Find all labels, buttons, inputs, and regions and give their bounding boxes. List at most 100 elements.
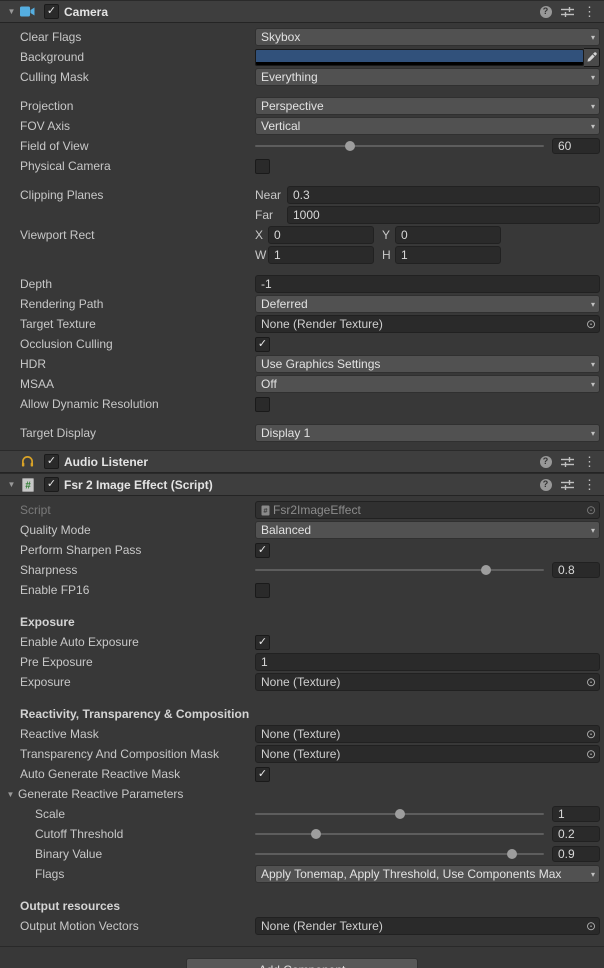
viewport-rect-label: Viewport Rect xyxy=(0,228,255,242)
reactivity-section-title: Reactivity, Transparency & Composition xyxy=(0,707,249,721)
add-component-button[interactable]: Add Component xyxy=(186,958,418,968)
presets-button[interactable] xyxy=(559,477,576,493)
near-input[interactable]: 0.3 xyxy=(287,186,600,204)
viewport-w-input[interactable]: 1 xyxy=(268,246,374,264)
more-options-button[interactable]: ⋮ xyxy=(581,454,598,470)
audio-listener-component-header[interactable]: ✓ Audio Listener ? ⋮ xyxy=(0,450,604,473)
presets-icon xyxy=(561,479,574,491)
slider-handle[interactable] xyxy=(481,565,491,575)
rendering-path-dropdown[interactable]: Deferred▾ xyxy=(255,295,600,313)
foldout-arrow-icon[interactable]: ▼ xyxy=(4,7,19,16)
clear-flags-dropdown[interactable]: Skybox▾ xyxy=(255,28,600,46)
perform-sharpen-pass-checkbox[interactable]: ✓ xyxy=(255,543,270,558)
field-of-view-value[interactable]: 60 xyxy=(552,138,600,154)
fsr2-component-header[interactable]: ▼ # ✓ Fsr 2 Image Effect (Script) ? ⋮ xyxy=(0,473,604,496)
presets-button[interactable] xyxy=(559,4,576,20)
binary-value-value[interactable]: 0.9 xyxy=(552,846,600,862)
output-motion-vectors-row: Output Motion Vectors None (Render Textu… xyxy=(0,916,604,936)
target-texture-object-field[interactable]: None (Render Texture)⊙ xyxy=(255,315,600,333)
presets-button[interactable] xyxy=(559,454,576,470)
auto-generate-reactive-mask-checkbox[interactable]: ✓ xyxy=(255,767,270,782)
help-button[interactable]: ? xyxy=(537,454,554,470)
physical-camera-checkbox[interactable] xyxy=(255,159,270,174)
scale-slider[interactable] xyxy=(255,806,544,822)
help-icon: ? xyxy=(540,456,552,468)
fsr2-enabled-checkbox[interactable]: ✓ xyxy=(44,477,59,492)
clipping-planes-far-row: Far 1000 xyxy=(0,205,604,225)
help-button[interactable]: ? xyxy=(537,4,554,20)
occlusion-culling-checkbox[interactable]: ✓ xyxy=(255,337,270,352)
target-display-dropdown[interactable]: Display 1▾ xyxy=(255,424,600,442)
far-input[interactable]: 1000 xyxy=(287,206,600,224)
auto-generate-reactive-mask-label: Auto Generate Reactive Mask xyxy=(0,767,255,781)
transparency-mask-object-field[interactable]: None (Texture)⊙ xyxy=(255,745,600,763)
camera-component-header[interactable]: ▼ ✓ Camera ? ⋮ xyxy=(0,0,604,23)
reactive-mask-object-field[interactable]: None (Texture)⊙ xyxy=(255,725,600,743)
depth-input[interactable]: -1 xyxy=(255,275,600,293)
field-of-view-slider[interactable] xyxy=(255,138,544,154)
cutoff-threshold-slider[interactable] xyxy=(255,826,544,842)
msaa-dropdown[interactable]: Off▾ xyxy=(255,375,600,393)
cutoff-threshold-row: Cutoff Threshold 0.2 xyxy=(0,824,604,844)
viewport-h-input[interactable]: 1 xyxy=(395,246,501,264)
inspector-footer: Add Component xyxy=(0,946,604,968)
object-picker-icon[interactable]: ⊙ xyxy=(583,676,599,688)
foldout-arrow-icon[interactable]: ▼ xyxy=(0,790,18,799)
kebab-menu-icon: ⋮ xyxy=(583,455,596,468)
more-options-button[interactable]: ⋮ xyxy=(581,4,598,20)
reactivity-section-header: Reactivity, Transparency & Composition xyxy=(0,704,604,724)
audio-listener-enabled-checkbox[interactable]: ✓ xyxy=(44,454,59,469)
viewport-x-input[interactable]: 0 xyxy=(268,226,374,244)
flags-row: Flags Apply Tonemap, Apply Threshold, Us… xyxy=(0,864,604,884)
quality-mode-dropdown[interactable]: Balanced▾ xyxy=(255,521,600,539)
fov-axis-dropdown[interactable]: Vertical▾ xyxy=(255,117,600,135)
generate-reactive-parameters-row: ▼ Generate Reactive Parameters xyxy=(0,784,604,804)
slider-handle[interactable] xyxy=(507,849,517,859)
field-of-view-row: Field of View 60 xyxy=(0,136,604,156)
viewport-y-input[interactable]: 0 xyxy=(395,226,501,244)
clear-flags-label: Clear Flags xyxy=(0,30,255,44)
enable-auto-exposure-checkbox[interactable]: ✓ xyxy=(255,635,270,650)
output-section-title: Output resources xyxy=(0,899,255,913)
culling-mask-dropdown[interactable]: Everything▾ xyxy=(255,68,600,86)
fsr2-component-title: Fsr 2 Image Effect (Script) xyxy=(64,478,213,492)
flags-label: Flags xyxy=(0,867,255,881)
clipping-planes-label: Clipping Planes xyxy=(0,188,255,202)
foldout-arrow-icon[interactable]: ▼ xyxy=(4,480,19,489)
more-options-button[interactable]: ⋮ xyxy=(581,477,598,493)
hdr-dropdown[interactable]: Use Graphics Settings▾ xyxy=(255,355,600,373)
projection-dropdown[interactable]: Perspective▾ xyxy=(255,97,600,115)
chevron-down-icon: ▾ xyxy=(591,526,595,535)
slider-handle[interactable] xyxy=(395,809,405,819)
object-picker-icon[interactable]: ⊙ xyxy=(583,728,599,740)
flags-dropdown[interactable]: Apply Tonemap, Apply Threshold, Use Comp… xyxy=(255,865,600,883)
output-motion-vectors-label: Output Motion Vectors xyxy=(0,919,255,933)
object-picker-icon[interactable]: ⊙ xyxy=(583,920,599,932)
script-object-field[interactable]: # Fsr2ImageEffect ⊙ xyxy=(255,501,600,519)
camera-enabled-checkbox[interactable]: ✓ xyxy=(44,4,59,19)
binary-value-slider[interactable] xyxy=(255,846,544,862)
enable-fp16-label: Enable FP16 xyxy=(0,583,255,597)
target-texture-label: Target Texture xyxy=(0,317,255,331)
output-motion-vectors-object-field[interactable]: None (Render Texture)⊙ xyxy=(255,917,600,935)
allow-dynamic-resolution-checkbox[interactable] xyxy=(255,397,270,412)
scale-value[interactable]: 1 xyxy=(552,806,600,822)
sharpness-value[interactable]: 0.8 xyxy=(552,562,600,578)
object-picker-icon[interactable]: ⊙ xyxy=(583,504,599,516)
exposure-object-field[interactable]: None (Texture)⊙ xyxy=(255,673,600,691)
quality-mode-row: Quality Mode Balanced▾ xyxy=(0,520,604,540)
background-color-swatch[interactable] xyxy=(255,49,584,66)
object-picker-icon[interactable]: ⊙ xyxy=(583,318,599,330)
script-row: Script # Fsr2ImageEffect ⊙ xyxy=(0,500,604,520)
sharpness-slider[interactable] xyxy=(255,562,544,578)
cutoff-threshold-value[interactable]: 0.2 xyxy=(552,826,600,842)
msaa-label: MSAA xyxy=(0,377,255,391)
help-button[interactable]: ? xyxy=(537,477,554,493)
slider-handle[interactable] xyxy=(345,141,355,151)
slider-handle[interactable] xyxy=(311,829,321,839)
object-picker-icon[interactable]: ⊙ xyxy=(583,748,599,760)
script-icon: # xyxy=(19,477,36,493)
eyedropper-button[interactable] xyxy=(584,48,600,67)
pre-exposure-input[interactable]: 1 xyxy=(255,653,600,671)
enable-fp16-checkbox[interactable] xyxy=(255,583,270,598)
